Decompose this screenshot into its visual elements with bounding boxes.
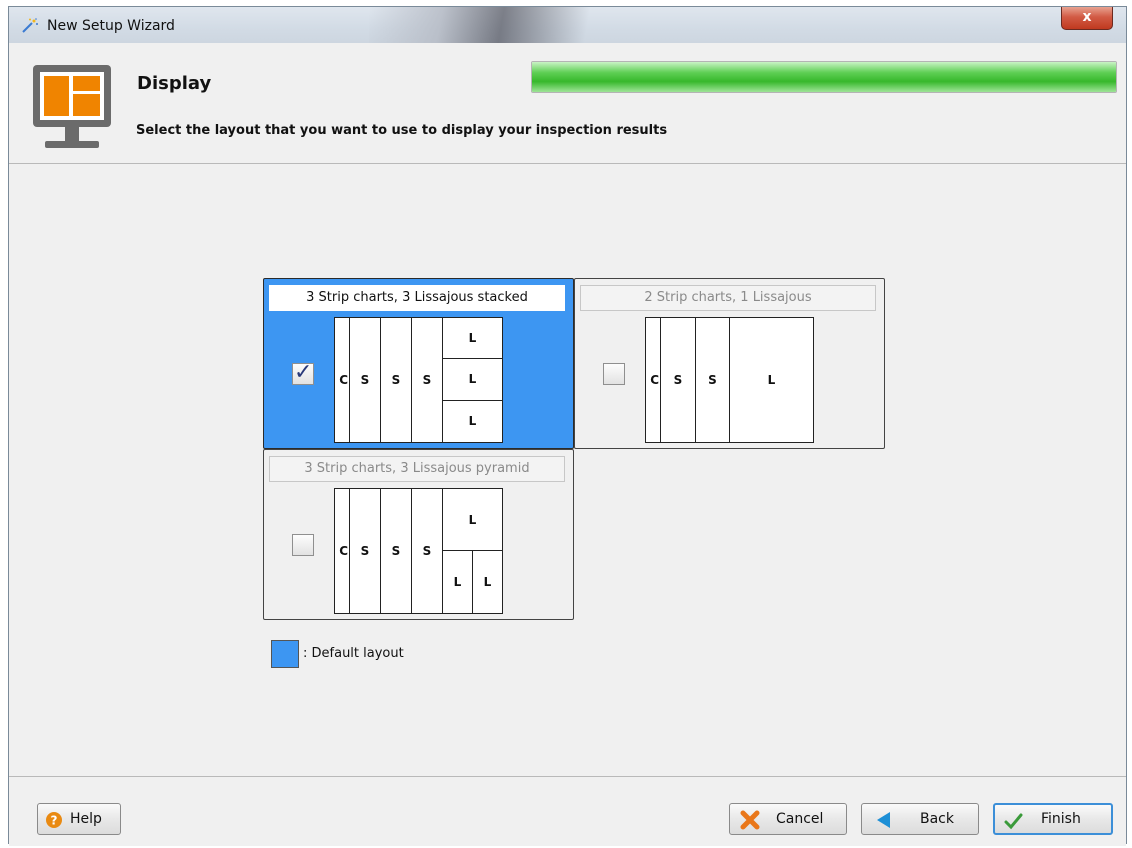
layout-diagram: C S S S L L L xyxy=(334,488,503,614)
cancel-label: Cancel xyxy=(776,811,824,827)
help-button[interactable]: ? Help xyxy=(37,803,121,835)
cancel-button[interactable]: Cancel xyxy=(729,803,847,835)
strip-chart-cell: S xyxy=(412,489,443,613)
finish-label: Finish xyxy=(1041,811,1081,827)
strip-chart-cell: S xyxy=(350,318,381,442)
compass-cell: C xyxy=(646,318,661,442)
window-title: New Setup Wizard xyxy=(47,18,175,34)
page-title: Display xyxy=(137,73,212,94)
compass-cell: C xyxy=(335,489,350,613)
lissajous-cell: L xyxy=(468,414,477,428)
lissajous-cell: L xyxy=(443,318,502,359)
strip-chart-cell: S xyxy=(381,489,412,613)
wizard-progress-bar xyxy=(531,61,1117,93)
layout-diagram: C S S S L L L xyxy=(334,317,503,443)
lissajous-cell: L xyxy=(443,359,502,401)
default-layout-legend: : Default layout xyxy=(303,646,404,661)
close-button[interactable]: x xyxy=(1061,7,1113,30)
checkmark-icon xyxy=(1004,813,1023,830)
lissajous-cell: L xyxy=(443,489,502,551)
back-label: Back xyxy=(920,811,954,827)
strip-chart-cell: S xyxy=(381,318,412,442)
cancel-x-icon xyxy=(740,810,760,830)
layout-option-stacked[interactable]: 3 Strip charts, 3 Lissajous stacked ✓ C … xyxy=(263,278,574,449)
back-button[interactable]: Back xyxy=(861,803,979,835)
layout-diagram: C S S L xyxy=(645,317,814,443)
svg-text:?: ? xyxy=(51,814,58,828)
layout-label: 3 Strip charts, 3 Lissajous pyramid xyxy=(269,456,565,482)
layout-selection-area: 3 Strip charts, 3 Lissajous stacked ✓ C … xyxy=(9,164,1126,776)
help-icon: ? xyxy=(46,812,62,828)
display-monitor-icon xyxy=(33,65,111,148)
default-layout-swatch xyxy=(271,640,299,668)
title-bar-decoration xyxy=(369,7,609,43)
setup-wizard-window: New Setup Wizard x Display Select the la… xyxy=(8,6,1127,846)
strip-chart-cell: S xyxy=(661,318,696,442)
strip-chart-cell: S xyxy=(696,318,730,442)
wizard-wand-icon xyxy=(22,18,38,33)
lissajous-cell: L xyxy=(767,373,776,387)
layout-label: 3 Strip charts, 3 Lissajous stacked xyxy=(269,285,565,311)
layout-checkbox[interactable] xyxy=(603,363,625,385)
layout-option-pyramid[interactable]: 3 Strip charts, 3 Lissajous pyramid C S … xyxy=(263,449,574,620)
wizard-footer: ? Help Cancel Back Finish xyxy=(9,776,1126,846)
layout-checkbox[interactable]: ✓ xyxy=(292,360,314,385)
close-icon: x xyxy=(1082,9,1092,25)
page-subtitle: Select the layout that you want to use t… xyxy=(136,123,668,138)
lissajous-cell: L xyxy=(443,551,473,613)
layout-label: 2 Strip charts, 1 Lissajous xyxy=(580,285,876,311)
progress-fill xyxy=(532,62,1116,92)
layout-option-two-strip[interactable]: 2 Strip charts, 1 Lissajous C S S L xyxy=(574,278,885,449)
strip-chart-cell: S xyxy=(350,489,381,613)
layout-checkbox[interactable] xyxy=(292,534,314,556)
wizard-header: Display Select the layout that you want … xyxy=(9,43,1126,164)
back-arrow-icon xyxy=(877,812,890,828)
title-bar[interactable]: New Setup Wizard x xyxy=(9,7,1126,43)
checkmark-icon: ✓ xyxy=(294,360,313,385)
help-label: Help xyxy=(70,811,102,827)
finish-button[interactable]: Finish xyxy=(993,803,1113,835)
compass-cell: C xyxy=(335,318,350,442)
strip-chart-cell: S xyxy=(412,318,443,442)
lissajous-cell: L xyxy=(483,575,492,589)
